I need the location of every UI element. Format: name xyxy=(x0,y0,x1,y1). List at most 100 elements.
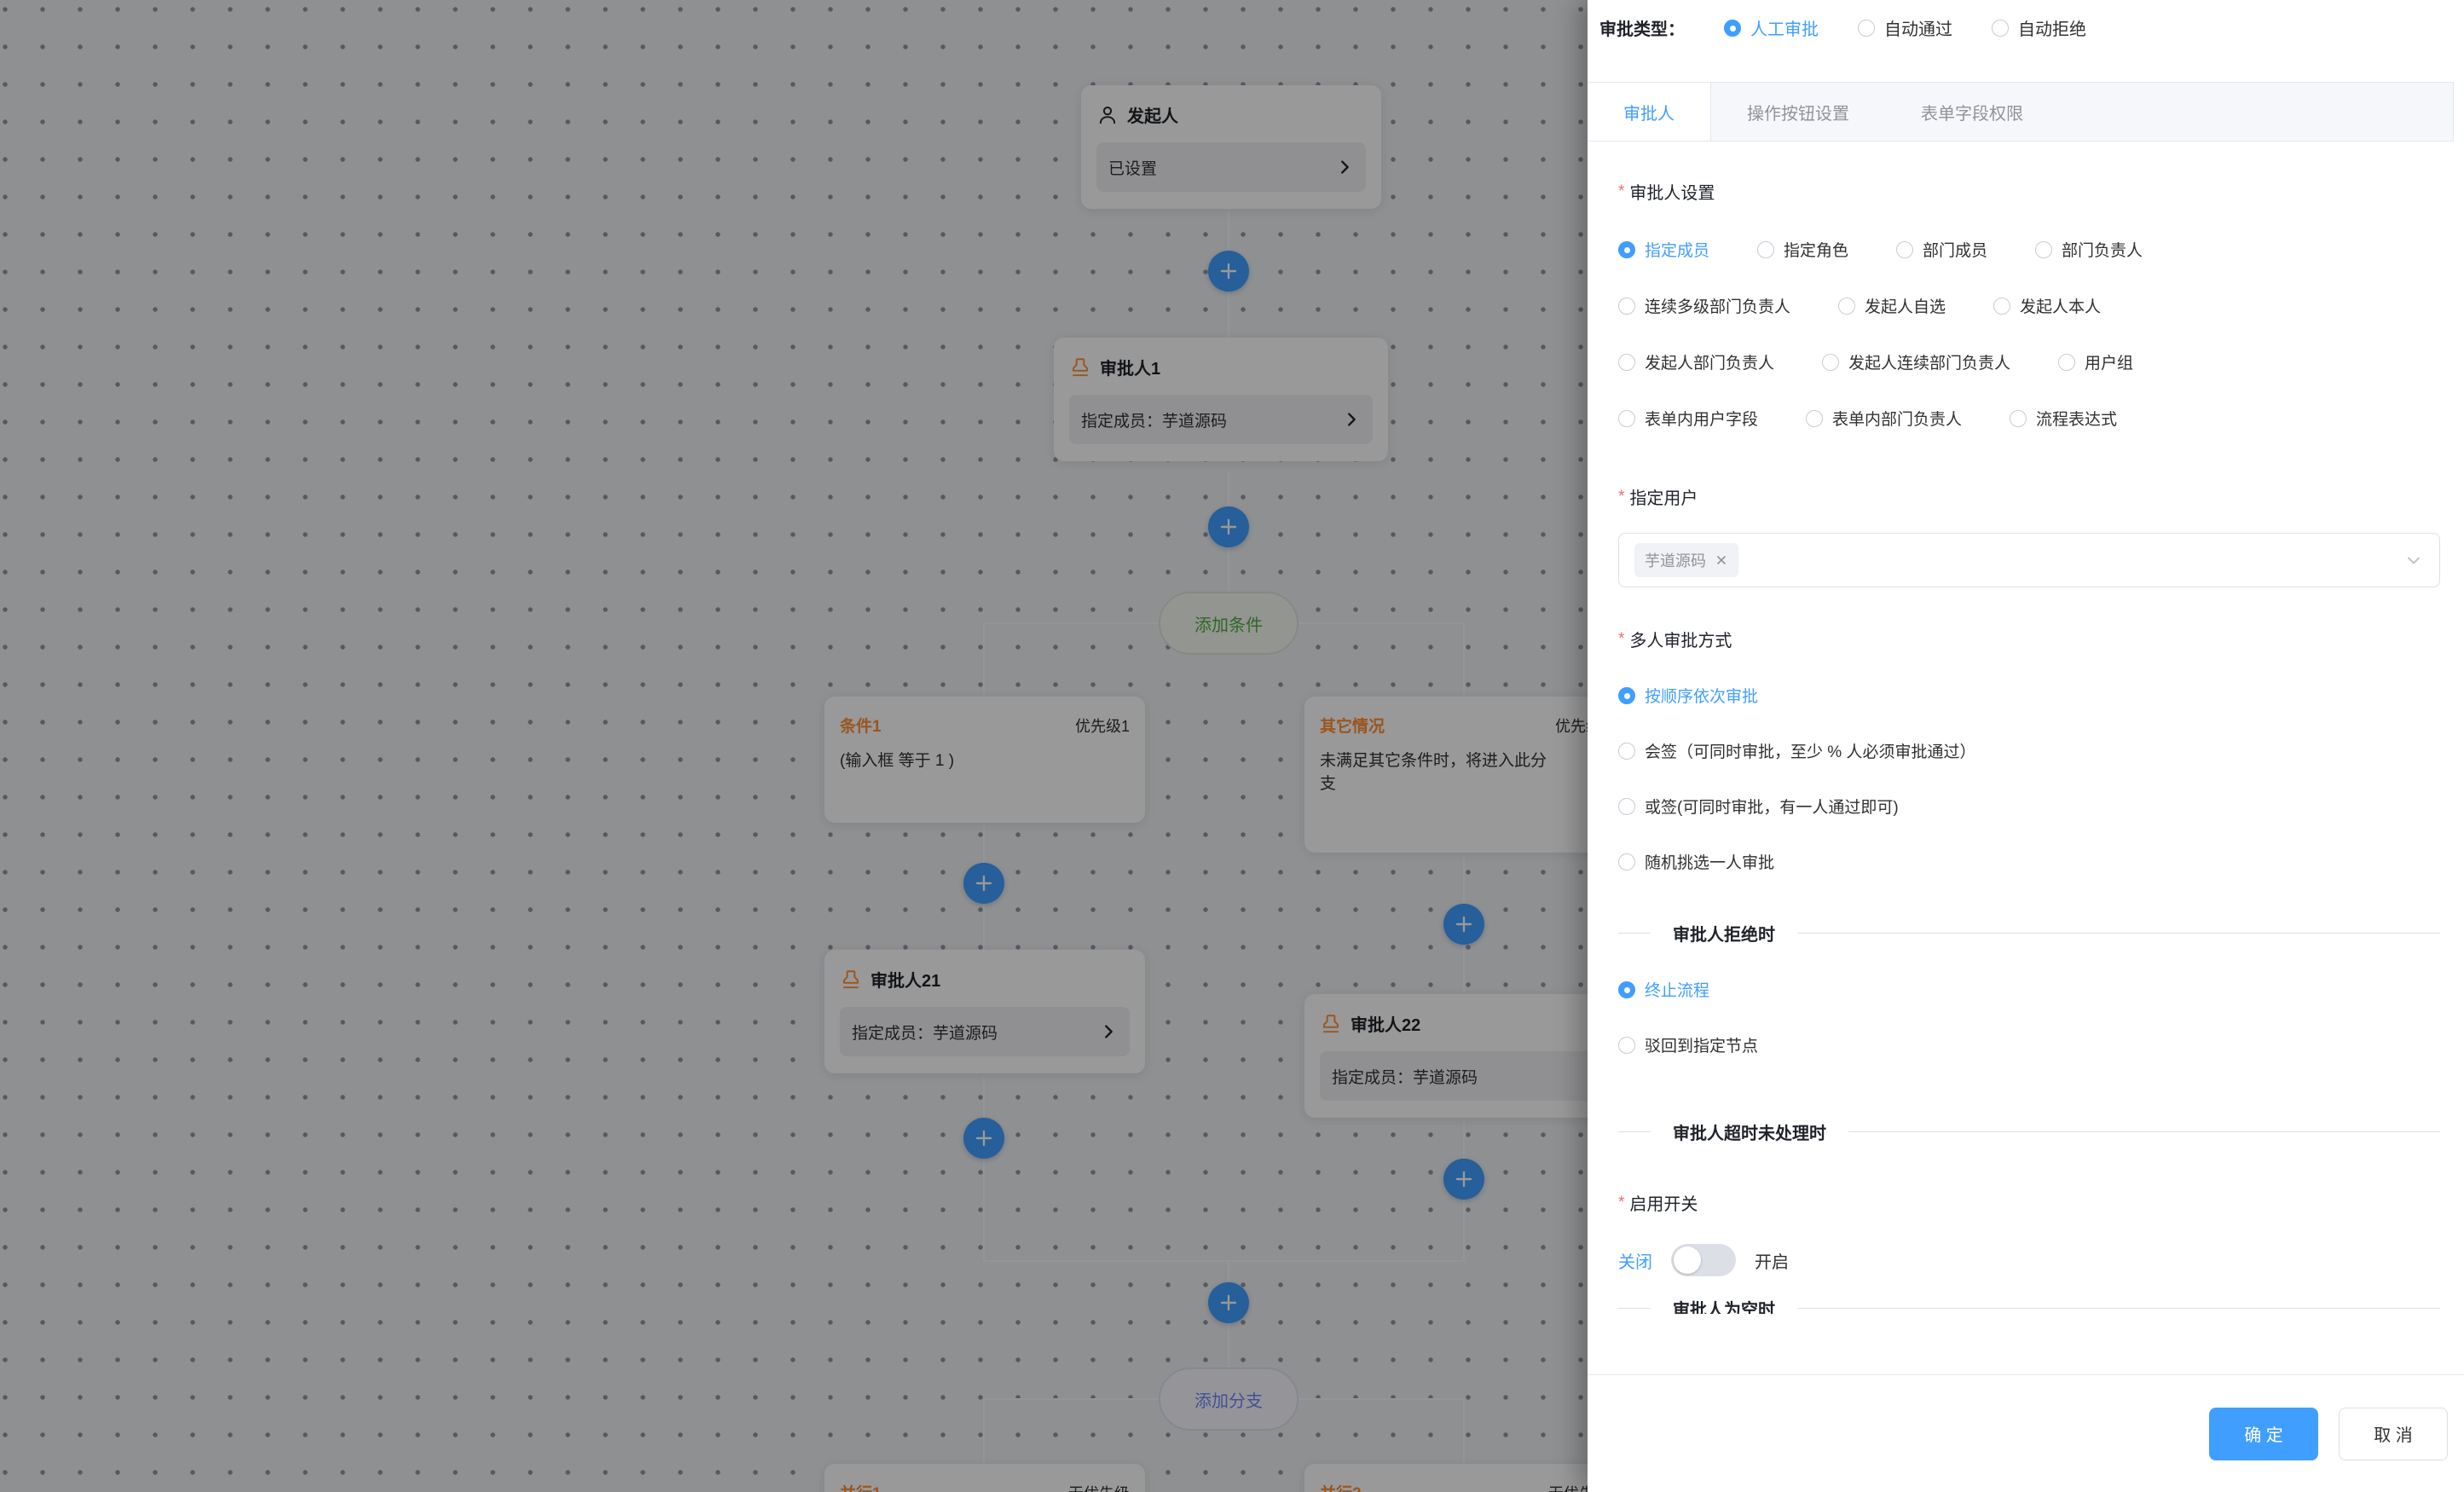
tab-label: 表单字段权限 xyxy=(1921,100,2023,124)
tab-label: 审批人 xyxy=(1623,100,1674,124)
radio-form-dept-leader[interactable]: 表单内部门负责人 xyxy=(1806,407,1962,430)
radio-icon xyxy=(1757,241,1774,258)
approver-setting-options-row: 发起人部门负责人 发起人连续部门负责人 用户组 xyxy=(1618,350,2440,373)
switch-on-label: 开启 xyxy=(1755,1248,1789,1273)
reject-section-title: 审批人拒绝时 xyxy=(1673,921,1775,946)
enable-switch-label: 启用开关 xyxy=(1618,1190,2440,1215)
radio-label: 自动通过 xyxy=(1884,15,1952,40)
radio-icon xyxy=(1618,687,1635,704)
radio-icon xyxy=(1618,853,1635,870)
remove-tag-icon[interactable] xyxy=(1715,553,1728,567)
radio-label: 按顺序依次审批 xyxy=(1645,684,1758,707)
radio-icon xyxy=(1992,20,2009,37)
radio-manual-approval[interactable]: 人工审批 xyxy=(1724,15,1819,40)
tab-action-buttons[interactable]: 操作按钮设置 xyxy=(1711,83,1885,141)
radio-label: 终止流程 xyxy=(1645,978,1709,1001)
radio-multi-level-dept-leader[interactable]: 连续多级部门负责人 xyxy=(1618,294,1790,317)
radio-label: 部门负责人 xyxy=(2062,238,2143,261)
switch-off-label: 关闭 xyxy=(1618,1248,1652,1273)
radio-terminate-process[interactable]: 终止流程 xyxy=(1618,978,2440,1001)
radio-label: 指定成员 xyxy=(1645,238,1709,261)
radio-label: 发起人自选 xyxy=(1865,294,1946,317)
user-tag-label: 芋道源码 xyxy=(1645,549,1706,571)
radio-label: 发起人连续部门负责人 xyxy=(1848,350,2010,373)
radio-icon xyxy=(1618,798,1635,815)
drawer-footer: 确 定 取 消 xyxy=(1588,1374,2464,1492)
timeout-switch-row: 关闭 开启 xyxy=(1618,1244,2440,1276)
radio-label: 部门成员 xyxy=(1923,238,1987,261)
tab-approver[interactable]: 审批人 xyxy=(1588,83,1711,141)
user-tag: 芋道源码 xyxy=(1634,543,1738,577)
cancel-button[interactable]: 取 消 xyxy=(2339,1408,2448,1460)
tab-label: 操作按钮设置 xyxy=(1747,100,1849,124)
radio-icon xyxy=(1858,20,1875,37)
modal-overlay[interactable] xyxy=(0,0,1588,1492)
radio-icon xyxy=(1724,20,1741,37)
drawer-content[interactable]: 审批人设置 指定成员 指定角色 部门成员 部门负责人 xyxy=(1588,142,2464,1321)
radio-label: 发起人部门负责人 xyxy=(1645,350,1774,373)
timeout-section-title: 审批人超时未处理时 xyxy=(1673,1119,1826,1144)
approver-setting-options-row: 指定成员 指定角色 部门成员 部门负责人 xyxy=(1618,238,2440,261)
reject-options: 终止流程 驳回到指定节点 xyxy=(1618,978,2440,1056)
radio-label: 自动拒绝 xyxy=(2018,15,2086,40)
radio-form-user-field[interactable]: 表单内用户字段 xyxy=(1618,407,1758,430)
multi-approve-options: 按顺序依次审批 会签（可同时审批，至少 % 人必须审批通过） 或签(可同时审批，… xyxy=(1618,684,2440,873)
radio-countersign[interactable]: 会签（可同时审批，至少 % 人必须审批通过） xyxy=(1618,739,2440,762)
approval-type-label: 审批类型： xyxy=(1599,15,1685,40)
radio-initiator-choose[interactable]: 发起人自选 xyxy=(1838,294,1946,317)
radio-random-one[interactable]: 随机挑选一人审批 xyxy=(1618,850,2440,873)
radio-label: 人工审批 xyxy=(1750,15,1819,40)
chevron-down-icon xyxy=(2403,550,2424,570)
approver-setting-label: 审批人设置 xyxy=(1618,179,2440,204)
radio-icon xyxy=(1618,1037,1635,1054)
radio-label: 表单内用户字段 xyxy=(1645,407,1758,430)
radio-label: 会签（可同时审批，至少 % 人必须审批通过） xyxy=(1645,739,1975,762)
radio-icon xyxy=(2058,354,2075,371)
radio-user-group[interactable]: 用户组 xyxy=(2058,350,2133,373)
radio-auto-approve[interactable]: 自动通过 xyxy=(1858,15,1952,40)
radio-icon xyxy=(1618,241,1635,258)
tab-form-field-permissions[interactable]: 表单字段权限 xyxy=(1885,83,2059,141)
radio-initiator-multi-dept-leader[interactable]: 发起人连续部门负责人 xyxy=(1822,350,2010,373)
radio-icon xyxy=(1618,298,1635,315)
empty-section-clipped: 审批人为空时 xyxy=(1618,1296,2440,1314)
workflow-designer-app: 发起人 已设置 审批人1 指定成员：芋道源码 xyxy=(0,0,2464,1492)
radio-icon xyxy=(1618,410,1635,427)
radio-label: 驳回到指定节点 xyxy=(1645,1033,1758,1056)
empty-section-title: 审批人为空时 xyxy=(1673,1296,1775,1314)
radio-designated-role[interactable]: 指定角色 xyxy=(1757,238,1848,261)
radio-initiator-self[interactable]: 发起人本人 xyxy=(1993,294,2101,317)
radio-designated-member[interactable]: 指定成员 xyxy=(1618,238,1709,261)
multi-approve-label: 多人审批方式 xyxy=(1618,627,2440,651)
radio-label: 用户组 xyxy=(2085,350,2133,373)
radio-icon xyxy=(1806,410,1823,427)
radio-initiator-dept-leader[interactable]: 发起人部门负责人 xyxy=(1618,350,1774,373)
radio-label: 发起人本人 xyxy=(2020,294,2101,317)
radio-auto-reject[interactable]: 自动拒绝 xyxy=(1992,15,2086,40)
approver-setting-options-row: 连续多级部门负责人 发起人自选 发起人本人 xyxy=(1618,294,2440,317)
radio-label: 表单内部门负责人 xyxy=(1832,407,1962,430)
radio-label: 随机挑选一人审批 xyxy=(1645,850,1774,873)
approval-type-row: 审批类型： 人工审批 自动通过 自动拒绝 xyxy=(1599,15,2086,40)
radio-sequential-approval[interactable]: 按顺序依次审批 xyxy=(1618,684,2440,707)
radio-icon xyxy=(1993,298,2010,315)
confirm-button[interactable]: 确 定 xyxy=(2209,1408,2318,1460)
assigned-user-select[interactable]: 芋道源码 xyxy=(1618,533,2440,587)
radio-dept-leader[interactable]: 部门负责人 xyxy=(2035,238,2143,261)
radio-label: 连续多级部门负责人 xyxy=(1645,294,1790,317)
radio-icon xyxy=(1618,743,1635,760)
timeout-section-divider: 审批人超时未处理时 xyxy=(1618,1119,2440,1144)
radio-orsign[interactable]: 或签(可同时审批，有一人通过即可) xyxy=(1618,795,2440,818)
reject-section-divider: 审批人拒绝时 xyxy=(1618,921,2440,946)
radio-return-to-node[interactable]: 驳回到指定节点 xyxy=(1618,1033,2440,1056)
radio-process-expression[interactable]: 流程表达式 xyxy=(2010,407,2117,430)
radio-label: 或签(可同时审批，有一人通过即可) xyxy=(1645,795,1899,818)
timeout-toggle-switch[interactable] xyxy=(1671,1244,1736,1276)
settings-tabs: 审批人 操作按钮设置 表单字段权限 xyxy=(1588,82,2454,142)
assigned-user-label: 指定用户 xyxy=(1618,484,2440,509)
approver-settings-drawer: 审批类型： 人工审批 自动通过 自动拒绝 审批人 操作按钮设置 xyxy=(1588,0,2464,1492)
radio-label: 指定角色 xyxy=(1784,238,1848,261)
radio-label: 流程表达式 xyxy=(2036,407,2117,430)
radio-dept-member[interactable]: 部门成员 xyxy=(1896,238,1987,261)
radio-icon xyxy=(1618,981,1635,998)
